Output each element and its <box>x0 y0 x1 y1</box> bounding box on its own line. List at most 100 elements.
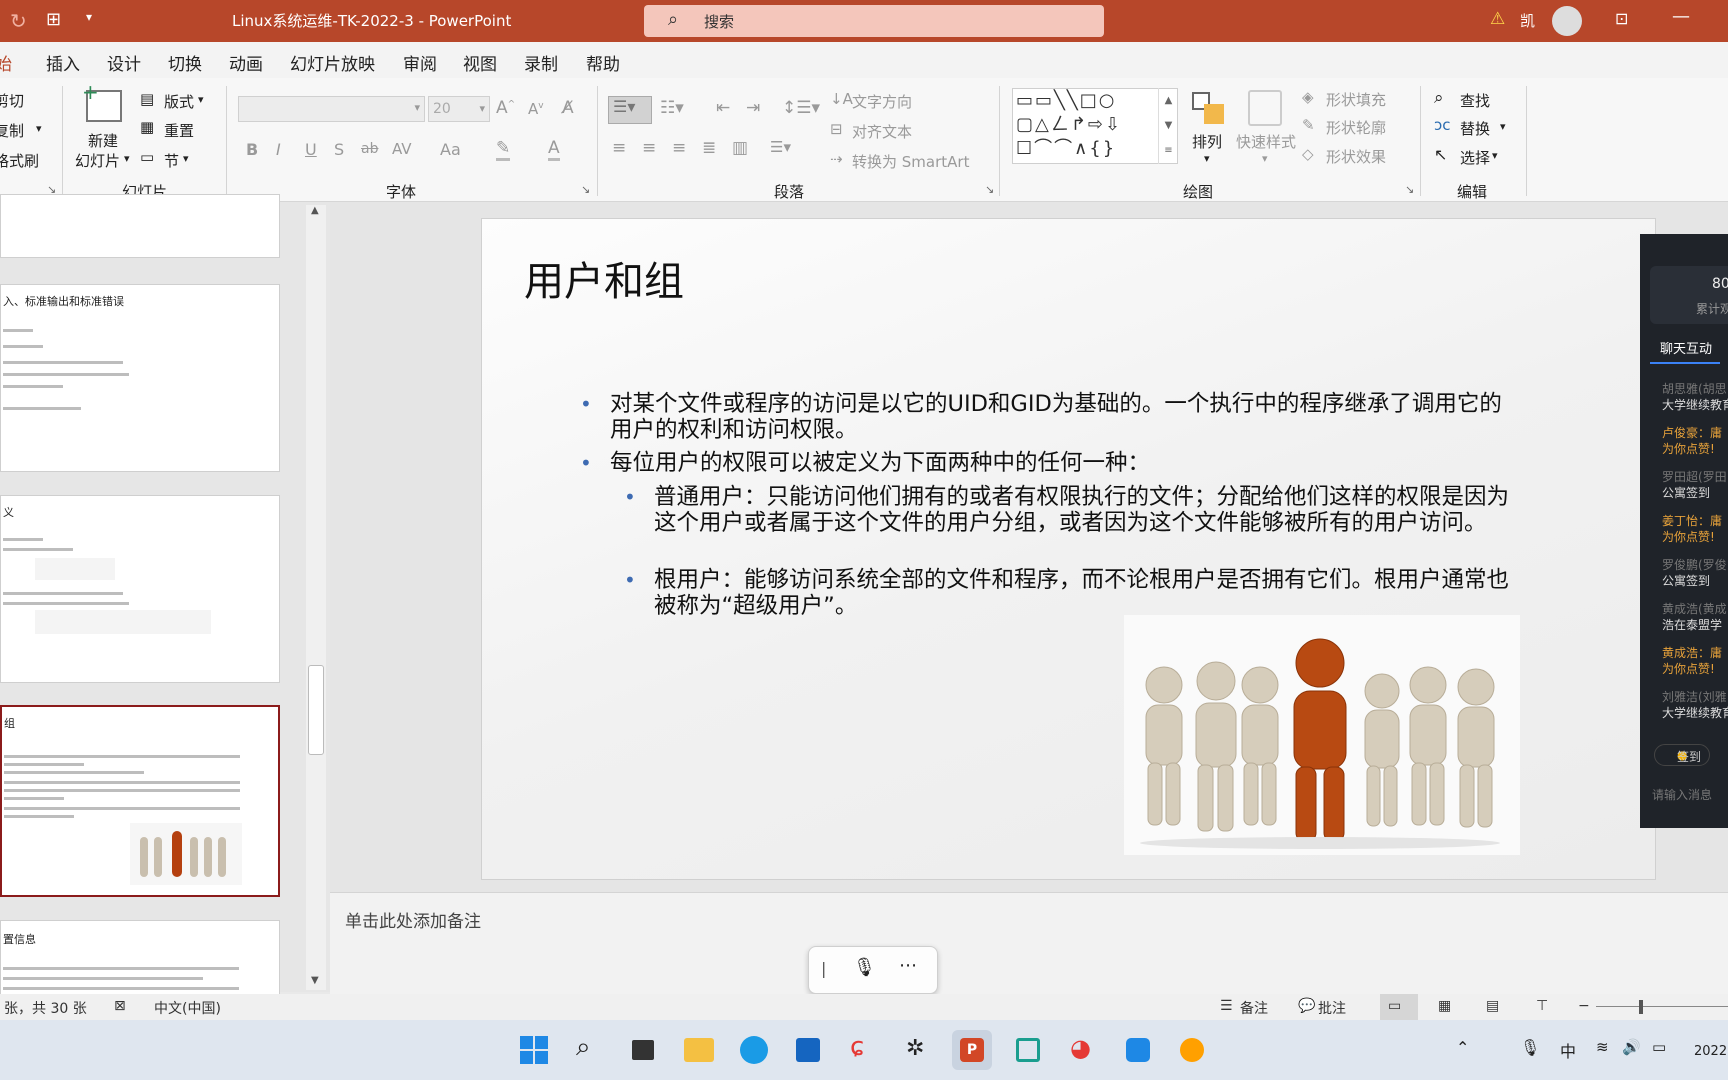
change-case-button[interactable]: Aa <box>440 140 461 159</box>
bullets-button[interactable]: ☰▾ <box>608 96 652 124</box>
shape-fill-icon[interactable]: ◈ <box>1302 88 1314 106</box>
decrease-indent-icon[interactable]: ⇤ <box>716 98 730 118</box>
paragraph-launcher-icon[interactable]: ↘ <box>985 183 994 196</box>
reading-view-icon[interactable]: ▤ <box>1486 998 1499 1014</box>
slideshow-icon[interactable]: ⊤ <box>1536 998 1548 1014</box>
tab-chat[interactable]: 聊天互动 <box>1660 338 1712 357</box>
drag-handle-icon[interactable]: | <box>821 959 826 978</box>
task-view-icon[interactable] <box>624 1030 664 1070</box>
slide-thumbnail[interactable]: 入、标准输出和标准错误 <box>0 284 280 472</box>
zoom-slider-thumb[interactable] <box>1639 1000 1643 1014</box>
tab-review[interactable]: 审阅 <box>403 50 437 75</box>
tab-insert[interactable]: 插入 <box>46 50 80 75</box>
text-direction-button[interactable]: 文字方向 <box>852 91 912 112</box>
scroll-down-icon[interactable]: ▼ <box>311 975 319 986</box>
new-slide-chevron-icon[interactable]: ▾ <box>124 152 130 165</box>
shape-fill-button[interactable]: 形状填充 <box>1326 89 1386 110</box>
copy-chevron-icon[interactable]: ▾ <box>36 122 42 135</box>
shape-effects-icon[interactable]: ◇ <box>1302 145 1314 163</box>
tab-design[interactable]: 设计 <box>107 50 141 75</box>
italic-button[interactable]: I <box>276 140 281 159</box>
smartart-button[interactable]: 转换为 SmartArt <box>852 151 969 172</box>
powerpoint-icon[interactable]: P <box>952 1030 992 1070</box>
notes-placeholder[interactable]: 单击此处添加备注 <box>345 907 481 932</box>
app-icon[interactable]: ◕ <box>1062 1030 1102 1070</box>
select-chevron-icon[interactable]: ▾ <box>1492 149 1498 162</box>
align-distribute-icon[interactable]: ☰▾ <box>770 138 791 156</box>
app-icon[interactable] <box>1172 1030 1212 1070</box>
quick-styles-chevron-icon[interactable]: ▾ <box>1262 152 1268 165</box>
numbering-icon[interactable]: ☷▾ <box>660 98 684 118</box>
save-icon[interactable]: ⊞ <box>46 9 61 30</box>
layout-button[interactable]: 版式 <box>164 91 194 112</box>
edge-icon[interactable] <box>734 1030 774 1070</box>
slide-thumbnail[interactable]: 置信息 <box>0 920 280 1000</box>
app-icon[interactable] <box>1118 1030 1158 1070</box>
slide-thumbnail-selected[interactable]: 组 <box>0 705 280 897</box>
replace-chevron-icon[interactable]: ▾ <box>1500 120 1506 133</box>
format-painter-button[interactable]: 格式刷 <box>0 150 39 171</box>
strikethrough-button[interactable]: ab <box>361 141 378 157</box>
select-button[interactable]: 选择 <box>1460 147 1490 168</box>
clear-format-icon[interactable]: A̸ <box>562 98 574 118</box>
store-icon[interactable] <box>788 1030 828 1070</box>
increase-indent-icon[interactable]: ⇥ <box>746 98 760 118</box>
ribbon-display-icon[interactable]: ⊡ <box>1615 9 1628 28</box>
customize-icon[interactable]: ▾ <box>86 10 92 24</box>
layout-chevron-icon[interactable]: ▾ <box>198 93 204 106</box>
shape-effects-button[interactable]: 形状效果 <box>1326 146 1386 167</box>
app-icon[interactable] <box>1008 1030 1048 1070</box>
ime-icon[interactable]: 中 <box>1560 1038 1576 1062</box>
comments-icon[interactable]: 💬 <box>1298 998 1315 1014</box>
tab-record[interactable]: 录制 <box>524 50 558 75</box>
checkin-button[interactable]: ● 签到 <box>1654 744 1710 766</box>
align-text-icon[interactable]: ⊟ <box>830 120 843 138</box>
chevron-up-icon[interactable]: ⌃ <box>1456 1038 1469 1057</box>
text-direction-icon[interactable]: ↓A <box>830 90 853 108</box>
avatar[interactable] <box>1552 6 1582 36</box>
shrink-font-icon[interactable]: Av <box>528 100 544 118</box>
new-slide-label-1[interactable]: 新建 <box>88 130 118 151</box>
slide-thumbnail[interactable] <box>0 194 280 258</box>
arrange-button[interactable]: 排列 <box>1192 131 1222 152</box>
sub-bullet-2[interactable]: • 根用户：能够访问系统全部的文件和程序，而不论根用户是否拥有它们。根用户通常也被… <box>624 567 1510 619</box>
arrange-icon[interactable] <box>1192 92 1224 124</box>
font-color-icon[interactable]: A <box>548 138 560 161</box>
scroll-thumb[interactable] <box>308 665 324 755</box>
grow-font-icon[interactable]: A^ <box>496 98 515 118</box>
drawing-launcher-icon[interactable]: ↘ <box>1405 183 1414 196</box>
slide-sorter-icon[interactable]: ▦ <box>1438 998 1451 1014</box>
font-size-dropdown[interactable]: 20 ▾ <box>428 96 490 122</box>
start-icon[interactable] <box>514 1030 554 1070</box>
align-center-icon[interactable]: ≡ <box>642 138 656 158</box>
smartart-icon[interactable]: ⇢ <box>830 150 843 168</box>
slide-thumbnail[interactable]: 义 <box>0 495 280 683</box>
justify-icon[interactable]: ≣ <box>702 138 716 158</box>
shape-outline-button[interactable]: 形状轮廓 <box>1326 117 1386 138</box>
wifi-icon[interactable]: ≋ <box>1596 1038 1609 1056</box>
bullet-2[interactable]: • 每位用户的权限可以被定义为下面两种中的任何一种： <box>580 450 1510 477</box>
notes-toggle[interactable]: 备注 <box>1240 998 1268 1018</box>
zoom-out-icon[interactable]: − <box>1578 998 1590 1014</box>
tab-view[interactable]: 视图 <box>463 50 497 75</box>
accessibility-icon[interactable]: ⊠ <box>114 998 126 1014</box>
people-group-image[interactable] <box>1124 615 1520 855</box>
autosave-icon[interactable]: ↻ <box>10 9 27 33</box>
microphone-icon[interactable]: 🎙 <box>853 957 876 978</box>
section-button[interactable]: 节 <box>164 150 179 171</box>
align-left-icon[interactable]: ≡ <box>612 138 626 158</box>
sub-bullet-1[interactable]: • 普通用户：只能访问他们拥有的或者有权限执行的文件；分配给他们这样的权限是因为这… <box>624 484 1510 536</box>
more-icon[interactable]: ⋯ <box>899 955 917 976</box>
shape-outline-icon[interactable]: ✎ <box>1302 116 1315 134</box>
font-launcher-icon[interactable]: ↘ <box>581 183 590 196</box>
tab-help[interactable]: 帮助 <box>586 50 620 75</box>
slide-title[interactable]: 用户和组 <box>524 249 684 307</box>
find-button[interactable]: 查找 <box>1460 90 1490 111</box>
notes-icon[interactable]: ☰ <box>1220 998 1233 1014</box>
underline-button[interactable]: U <box>305 140 317 159</box>
shadow-button[interactable]: S <box>334 140 344 159</box>
char-spacing-button[interactable]: AV <box>392 140 412 158</box>
font-name-dropdown[interactable]: ▾ <box>238 96 425 122</box>
highlight-icon[interactable]: ✎ <box>496 138 511 161</box>
microphone-tray-icon[interactable]: 🎙 <box>1520 1038 1540 1057</box>
